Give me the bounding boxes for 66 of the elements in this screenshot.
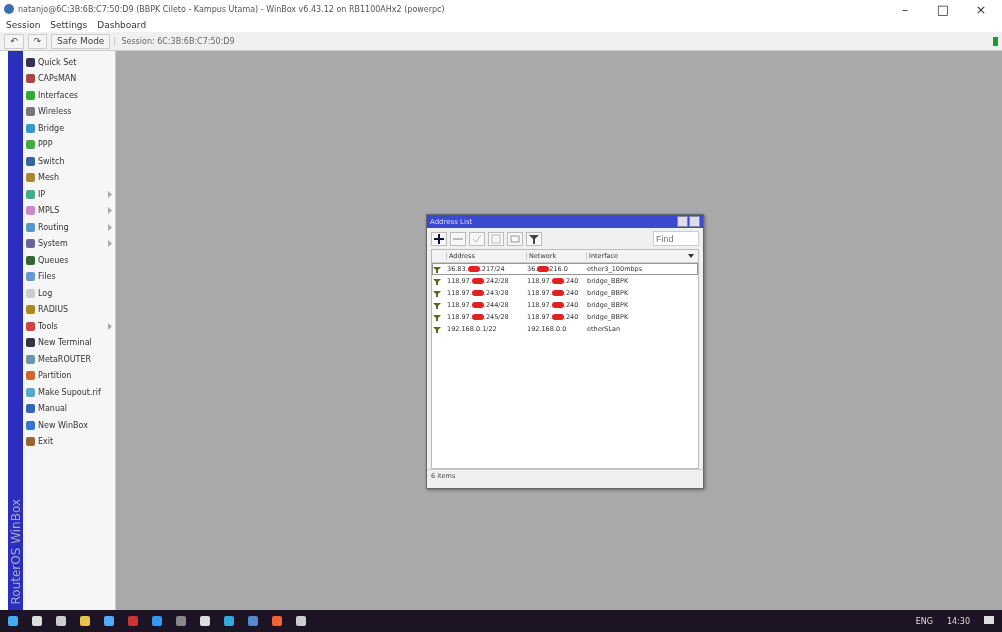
session-label: Session: 6C:3B:6B:C7:50:D9	[114, 36, 989, 46]
window-title: natanjo@6C:3B:6B:C7:50:D9 (BBPK Cileto - Kampus Utama) - WinBox v6.43.12 on RB1100AHx2 (powerpc)	[18, 4, 446, 14]
window-control-button[interactable]: □	[926, 1, 960, 17]
sidebar-item[interactable]: MetaROUTER	[23, 351, 115, 368]
sidebar-item[interactable]: Log	[23, 285, 115, 302]
menu-item[interactable]: Session	[6, 20, 41, 30]
sidebar-item[interactable]: Manual	[23, 400, 115, 417]
filter-button[interactable]	[526, 231, 542, 246]
check-icon	[472, 233, 482, 244]
taskbar-app-icon[interactable]	[152, 616, 162, 626]
clock[interactable]: 14:30	[946, 616, 970, 626]
taskbar-app-icon[interactable]	[248, 616, 258, 626]
taskbar-app-icon[interactable]	[224, 616, 234, 626]
sidebar-item[interactable]: Routing	[23, 219, 115, 236]
taskbar-app-icon[interactable]	[272, 616, 282, 626]
sidebar-item[interactable]: Exit	[23, 433, 115, 450]
note-icon	[510, 233, 520, 244]
safe-mode-button[interactable]: Safe Mode	[51, 33, 111, 49]
notification-icon[interactable]	[984, 616, 994, 626]
sidebar-item[interactable]: IP	[23, 186, 115, 203]
sidebar-item[interactable]: Files	[23, 268, 115, 285]
sidebar-item[interactable]: PPP	[23, 136, 115, 153]
sidebar-item[interactable]: RADIUS	[23, 301, 115, 318]
restore-button[interactable]	[677, 216, 688, 227]
plus-icon	[434, 233, 444, 244]
taskbar-app-icon[interactable]	[176, 616, 186, 626]
sidebar-item[interactable]: CAPsMAN	[23, 70, 115, 87]
find-field[interactable]: Find	[653, 231, 699, 246]
sidebar-item[interactable]: Mesh	[23, 169, 115, 186]
sidebar-item[interactable]: Switch	[23, 153, 115, 170]
taskbar-app-icon[interactable]	[296, 616, 306, 626]
taskbar-app-icon[interactable]	[80, 616, 90, 626]
window-control-button[interactable]: ×	[964, 1, 998, 17]
menu-item[interactable]: Settings	[50, 20, 88, 30]
taskbar-app-icon[interactable]	[8, 616, 18, 626]
taskbar-app-icon[interactable]	[56, 616, 66, 626]
sidebar-item[interactable]: Interfaces	[23, 87, 115, 104]
minus-icon	[453, 237, 463, 240]
status-indicator-icon	[993, 36, 998, 46]
taskbar-app-icon[interactable]	[200, 616, 210, 626]
filter-icon	[529, 233, 539, 244]
sidebar-item[interactable]: Bridge	[23, 120, 115, 137]
sidebar-item[interactable]: Tools	[23, 318, 115, 335]
brand-label: RouterOS WinBox	[8, 498, 23, 604]
sidebar-item[interactable]: Wireless	[23, 103, 115, 120]
sidebar-item[interactable]: Quick Set	[23, 54, 115, 71]
sidebar-item[interactable]: Partition	[23, 367, 115, 384]
app-icon	[4, 4, 14, 14]
window-control-button[interactable]: –	[888, 1, 922, 17]
redo-button[interactable]: ↷	[27, 33, 48, 49]
undo-button[interactable]: ↶	[4, 33, 24, 49]
sidebar-item[interactable]: New WinBox	[23, 417, 115, 434]
menu-item[interactable]: Dashboard	[97, 20, 147, 30]
taskbar-app-icon[interactable]	[128, 616, 138, 626]
sidebar-item[interactable]: System	[23, 235, 115, 252]
square-icon	[491, 233, 501, 244]
add-button[interactable]	[431, 231, 447, 246]
close-button[interactable]	[689, 216, 700, 227]
sidebar-item[interactable]: MPLS	[23, 202, 115, 219]
sidebar-item[interactable]: New Terminal	[23, 334, 115, 351]
dropdown-arrow-icon[interactable]	[688, 254, 694, 258]
sidebar-item[interactable]: Queues	[23, 252, 115, 269]
sidebar-item[interactable]: Make Supout.rif	[23, 384, 115, 401]
taskbar-app-icon[interactable]	[32, 616, 42, 626]
language-indicator[interactable]: ENG	[915, 616, 933, 626]
taskbar-app-icon[interactable]	[104, 616, 114, 626]
